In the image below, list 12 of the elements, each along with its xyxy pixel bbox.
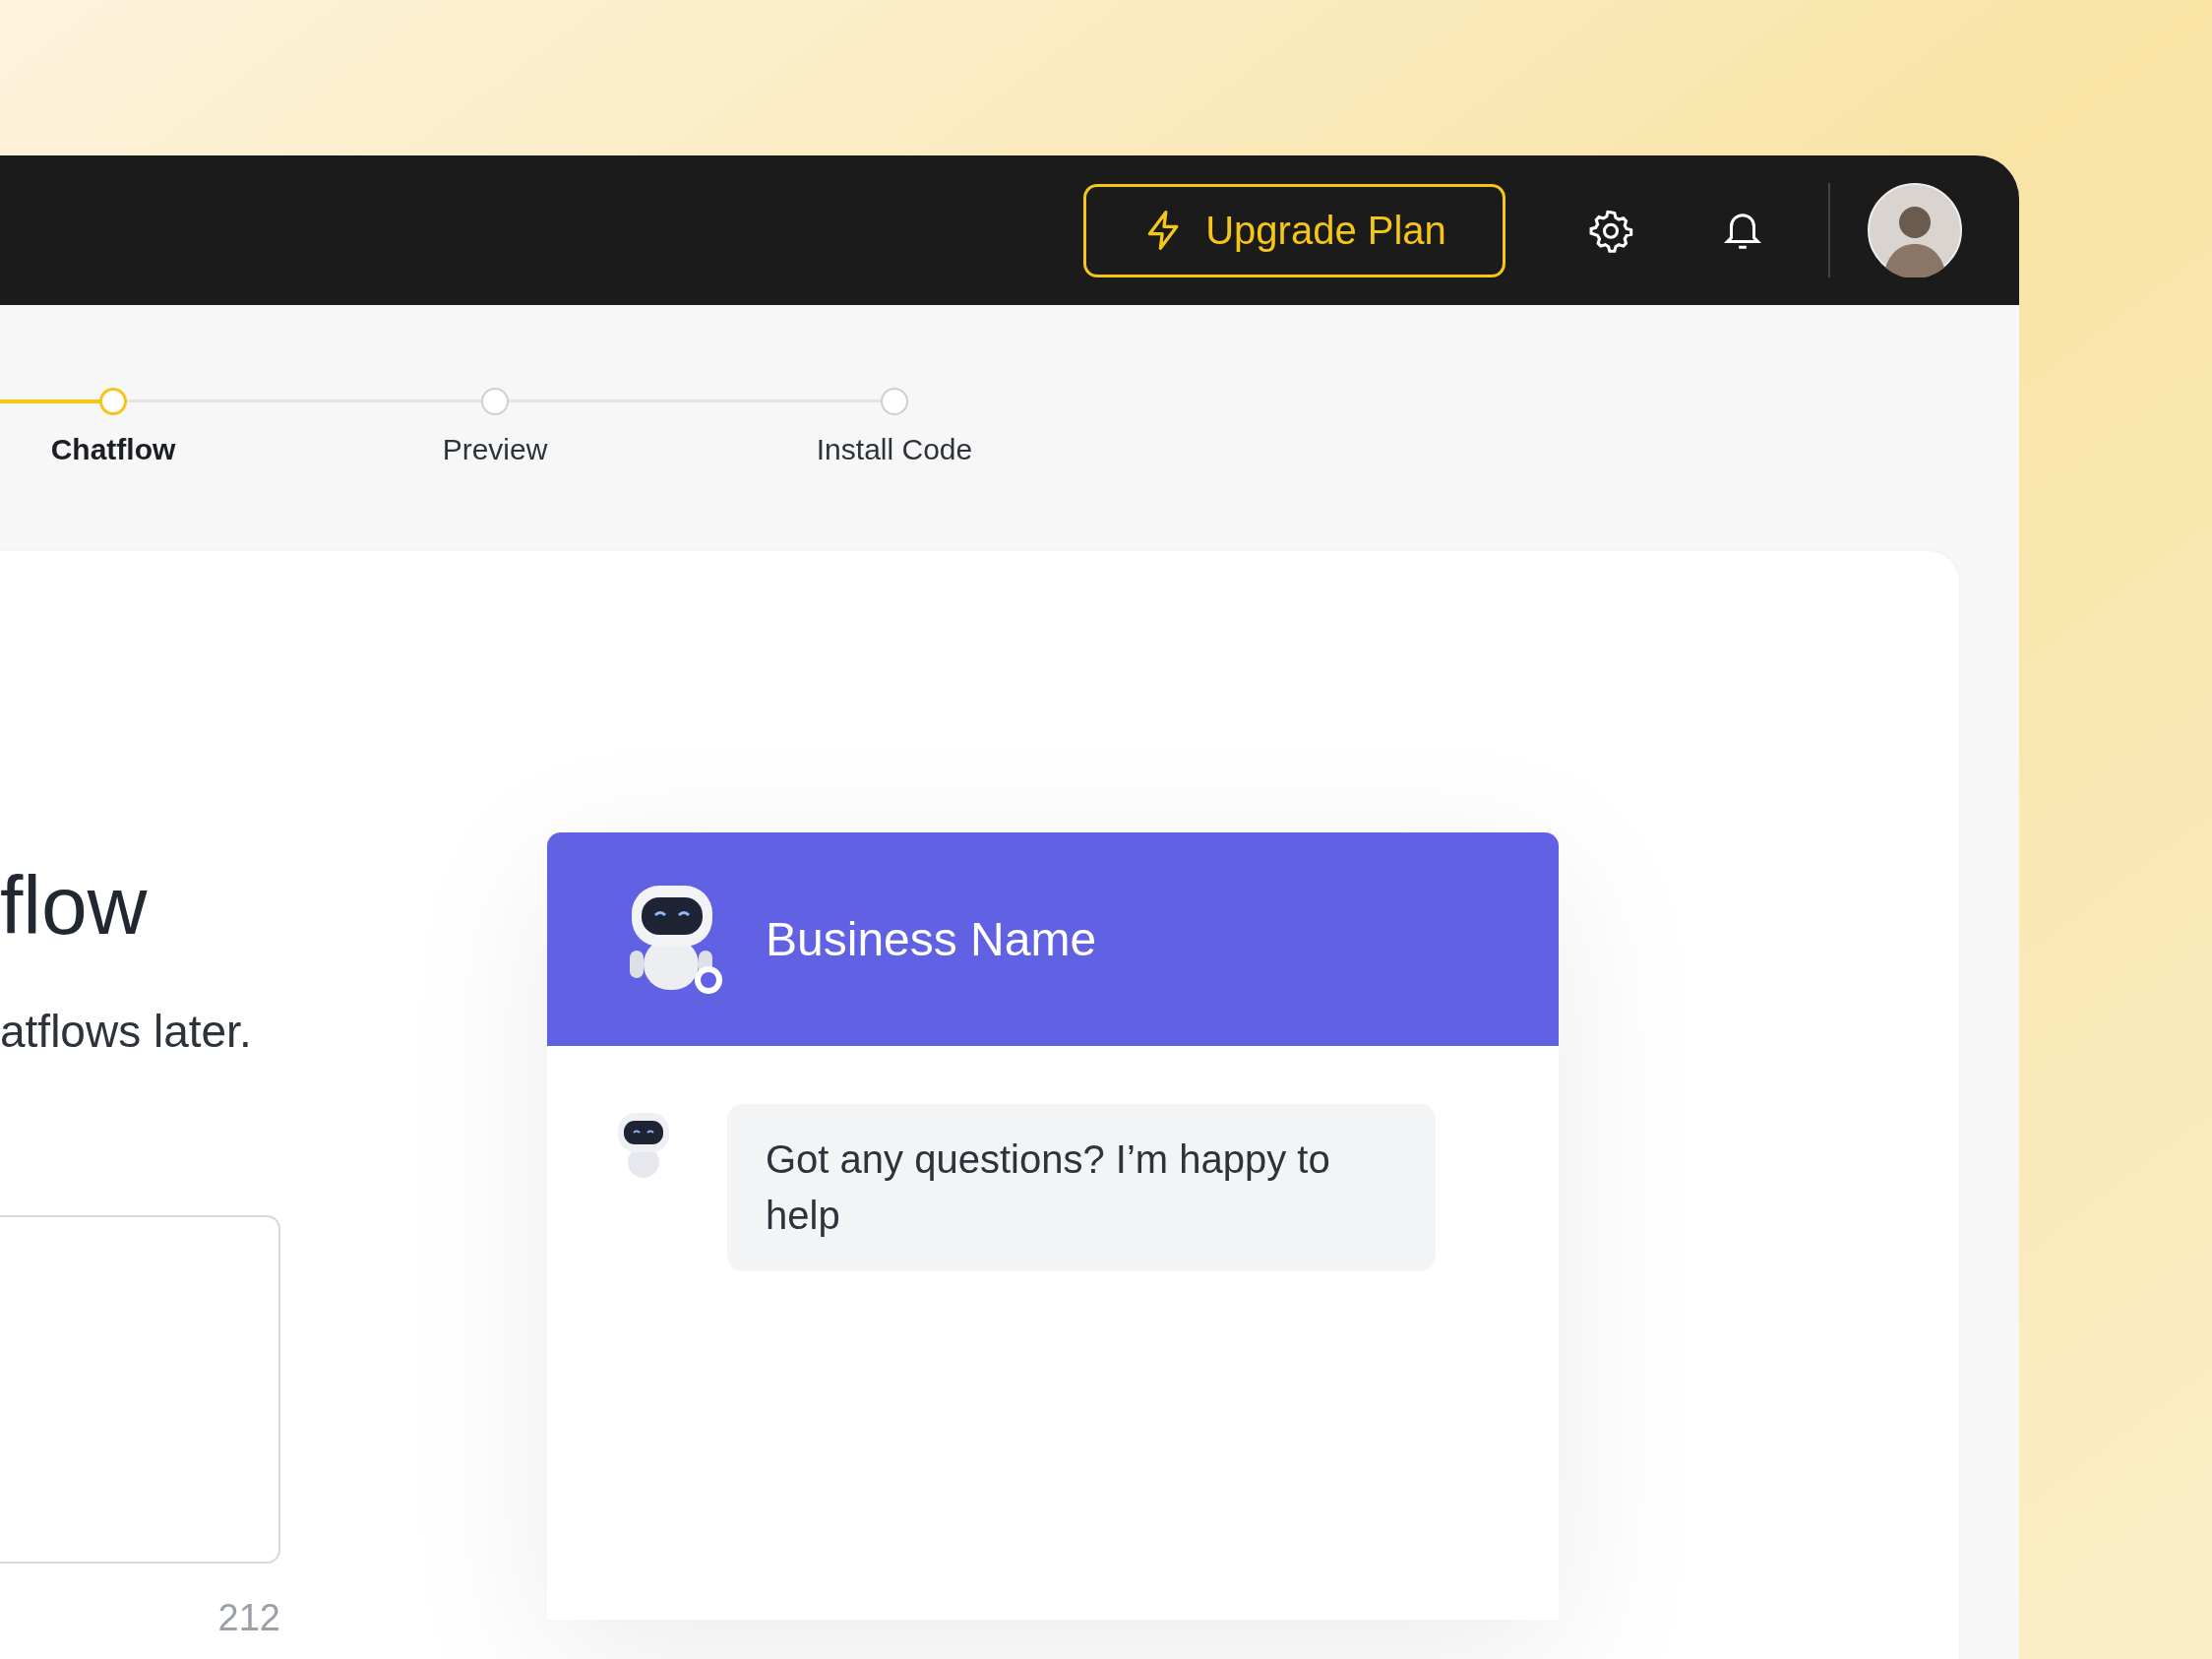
- chat-message-bubble: Got any questions? I’m happy to help: [727, 1104, 1436, 1271]
- step-label[interactable]: Install Code: [747, 427, 1042, 471]
- text-area-field[interactable]: [0, 1215, 280, 1564]
- step-label[interactable]: Chatflow: [0, 427, 261, 471]
- upgrade-plan-button[interactable]: Upgrade Plan: [1083, 183, 1505, 277]
- page-heading: flow: [0, 858, 148, 953]
- character-counter: 212: [217, 1596, 280, 1640]
- user-avatar[interactable]: [1868, 183, 1962, 277]
- settings-icon[interactable]: [1588, 208, 1633, 253]
- page-subtitle: atflows later.: [0, 1005, 252, 1059]
- step-label[interactable]: Preview: [347, 427, 643, 471]
- business-name: Business Name: [766, 911, 1097, 967]
